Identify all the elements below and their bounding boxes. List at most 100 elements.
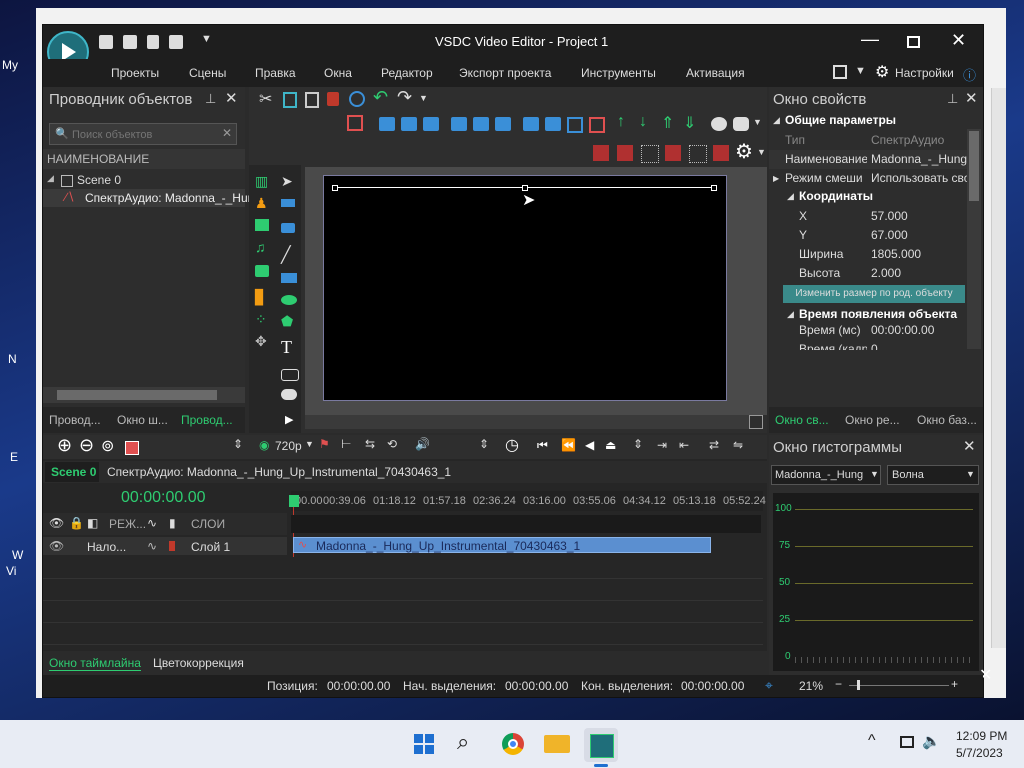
resolution-label[interactable]: 720p xyxy=(275,439,302,453)
tree-item-spectrum[interactable]: СпектрАудио: Madonna_-_Hun xyxy=(85,191,254,205)
track-visibility-icon[interactable]: 👁 xyxy=(49,539,64,553)
marker-icon[interactable]: ⚑ xyxy=(319,437,330,451)
track-name[interactable]: Слой 1 xyxy=(191,540,230,554)
coord-row-height[interactable]: Высота 2.000 xyxy=(769,264,967,283)
desktop-label-e[interactable]: E xyxy=(10,450,18,464)
align-center-icon[interactable] xyxy=(473,117,489,131)
preview-eye-icon[interactable]: ◉ xyxy=(259,438,269,452)
coord-row-width[interactable]: Ширина 1805.000 xyxy=(769,245,967,264)
remove-icon[interactable]: ⊖ xyxy=(79,435,94,456)
zoom-out-icon[interactable]: − xyxy=(835,677,842,691)
resolution-dropdown-icon[interactable]: ▼ xyxy=(305,439,314,449)
sprite-tool-icon[interactable]: ♟ xyxy=(255,195,268,212)
redo-dropdown-icon[interactable]: ▼ xyxy=(419,93,428,103)
trim-icon[interactable]: ⇆ xyxy=(365,437,375,451)
coord-row-y[interactable]: Y 67.000 xyxy=(769,226,967,245)
chrome-icon[interactable] xyxy=(502,733,524,755)
track-mode[interactable]: Нало... xyxy=(87,540,126,554)
align-left-icon[interactable] xyxy=(451,117,467,131)
fit-icon[interactable] xyxy=(589,117,605,133)
pointer-tool-icon[interactable]: ➤ xyxy=(281,173,293,190)
same-size-icon[interactable] xyxy=(567,117,583,133)
bring-front-icon[interactable]: ⇑ xyxy=(661,113,674,133)
menu-edit[interactable]: Правка xyxy=(255,66,296,80)
text-tool-icon[interactable]: T xyxy=(281,337,292,358)
distribute-v-icon[interactable] xyxy=(545,117,561,131)
explorer-hscroll[interactable] xyxy=(43,387,245,403)
delete-icon[interactable] xyxy=(327,92,339,106)
menu-projects[interactable]: Проекты xyxy=(111,66,159,80)
circle-icon[interactable] xyxy=(349,91,365,107)
pin-icon[interactable]: ⊥ xyxy=(205,91,216,107)
text-box-tool-icon[interactable] xyxy=(281,199,295,207)
property-row-type[interactable]: Тип СпектрАудио xyxy=(769,131,967,150)
rectangle-tool-icon[interactable] xyxy=(281,273,297,283)
resize-to-parent-button[interactable]: Изменить размер по род. объекту xyxy=(783,285,965,303)
search-taskbar-icon[interactable]: ⌕ xyxy=(457,729,469,755)
main-track-lane[interactable] xyxy=(291,515,761,533)
callout-tool-icon[interactable] xyxy=(281,223,295,233)
close-button[interactable]: ✕ xyxy=(951,30,966,51)
blend-icon[interactable]: ◧ xyxy=(87,516,98,530)
properties-close-icon[interactable]: ✕ xyxy=(965,89,978,107)
grid-icon-2[interactable] xyxy=(665,145,681,161)
subtitles-tool-icon[interactable] xyxy=(281,369,299,381)
lock-icon[interactable]: 🔒 xyxy=(69,516,84,530)
show-hidden-icons[interactable]: ^ xyxy=(868,732,876,750)
scene-canvas[interactable]: ➤ xyxy=(323,175,727,401)
audio-level-icon[interactable]: ▮ xyxy=(169,516,176,530)
record-icon[interactable]: ⊚ xyxy=(101,436,114,456)
fit-screen-icon[interactable]: ⌖ xyxy=(765,677,773,694)
tree-expand-icon[interactable]: ◢ xyxy=(47,173,54,184)
polygon-tool-icon[interactable]: ⬟ xyxy=(281,313,293,330)
spectrum-tool-icon[interactable]: ▥ xyxy=(255,173,268,190)
screenshot-icon[interactable] xyxy=(125,441,139,455)
align-top-center-icon[interactable] xyxy=(401,117,417,131)
zoom-slider-thumb[interactable] xyxy=(857,680,860,690)
select-all-icon[interactable] xyxy=(347,115,363,131)
copy-icon[interactable] xyxy=(283,92,297,108)
property-value[interactable]: Madonna_-_Hung xyxy=(871,150,967,169)
blend-expand-icon[interactable]: ▶ xyxy=(773,169,783,188)
time-row-ms[interactable]: Время (мс) 00:00:00.00 xyxy=(769,321,967,340)
audio-clip[interactable]: ∿ Madonna_-_Hung_Up_Instrumental_7043046… xyxy=(293,537,711,553)
clock-time[interactable]: 12:09 PM xyxy=(956,729,1007,743)
vsdc-taskbar-button[interactable] xyxy=(584,728,618,762)
menu-activation[interactable]: Активация xyxy=(686,66,745,80)
add-icon[interactable]: ⊕ xyxy=(57,435,72,456)
toolbar-overflow-icon[interactable]: ⇕ xyxy=(233,437,243,451)
effects-icon-2[interactable] xyxy=(617,145,633,161)
open-project-icon[interactable] xyxy=(123,35,137,49)
property-value[interactable]: 0 xyxy=(871,340,967,350)
track-audio-icon[interactable] xyxy=(169,541,175,551)
track-row-layer1[interactable]: 👁 Нало... ∿ Слой 1 xyxy=(43,537,287,555)
histogram-close-icon[interactable]: ✕ xyxy=(963,437,976,455)
shape-icon-2[interactable] xyxy=(733,117,749,131)
tab-spectrum[interactable]: СпектрАудио: Madonna_-_Hung_Up_Instrumen… xyxy=(107,465,451,479)
waveform-icon[interactable]: ∿ xyxy=(147,516,157,530)
desktop-label-my[interactable]: My xyxy=(2,58,18,72)
ellipse-tool-icon[interactable] xyxy=(281,295,297,305)
canvas-corner-icon[interactable] xyxy=(749,415,763,429)
layout-toggle-icon[interactable]: ⇄ xyxy=(709,438,719,452)
save-icon[interactable] xyxy=(147,35,159,49)
distribute-h-icon[interactable] xyxy=(523,117,539,131)
histogram-mode-dropdown-icon[interactable]: ▼ xyxy=(966,469,975,479)
property-value[interactable]: 67.000 xyxy=(871,226,967,245)
clock-date[interactable]: 5/7/2023 xyxy=(956,746,1003,760)
tab-explorer-2[interactable]: Провод... xyxy=(181,413,233,427)
shape-icon-1[interactable] xyxy=(711,117,727,131)
video-tool-icon[interactable] xyxy=(255,265,269,277)
send-back-icon[interactable]: ⇓ xyxy=(683,113,696,133)
grid-icon-1[interactable] xyxy=(641,145,659,163)
speaker-icon[interactable]: 🔈 xyxy=(922,732,941,750)
menu-windows[interactable]: Окна xyxy=(324,66,352,80)
tab-explorer-1[interactable]: Провод... xyxy=(49,413,101,427)
canvas-hscroll[interactable] xyxy=(305,415,749,429)
quick-access-dropdown-icon[interactable]: ▼ xyxy=(201,33,212,45)
explorer-close-icon[interactable]: ✕ xyxy=(225,89,238,107)
menu-tools[interactable]: Инструменты xyxy=(581,66,656,80)
menu-editor[interactable]: Редактор xyxy=(381,66,433,80)
paste-icon[interactable] xyxy=(305,92,319,108)
tab-properties[interactable]: Окно св... xyxy=(775,413,829,427)
